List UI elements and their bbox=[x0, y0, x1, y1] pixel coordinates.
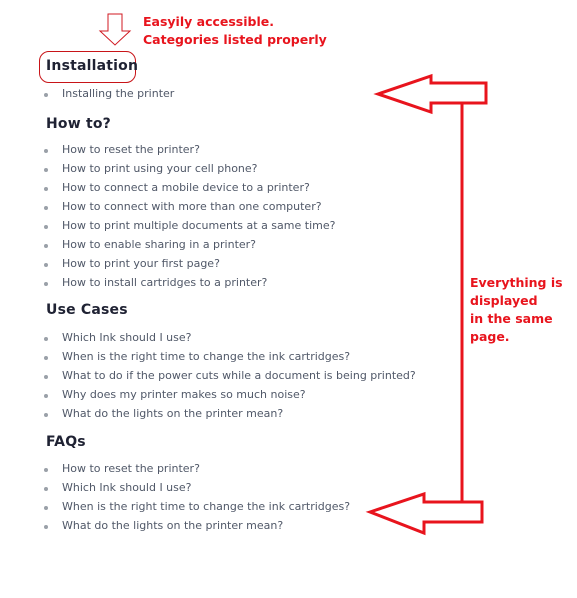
down-arrow-icon bbox=[98, 13, 132, 46]
bullet-icon bbox=[44, 413, 48, 417]
list-item-link[interactable]: How to reset the printer? bbox=[62, 143, 200, 156]
side-annotation-line: in the same bbox=[470, 311, 553, 326]
side-annotation-line: page. bbox=[470, 329, 510, 344]
bullet-icon bbox=[44, 263, 48, 267]
bullet-icon bbox=[44, 225, 48, 229]
list-item-link[interactable]: How to install cartridges to a printer? bbox=[62, 276, 267, 289]
bullet-icon bbox=[44, 187, 48, 191]
top-annotation-line: Categories listed properly bbox=[143, 32, 327, 47]
list-item-link[interactable]: How to print your first page? bbox=[62, 257, 220, 270]
bullet-icon bbox=[44, 337, 48, 341]
list-item-link[interactable]: What to do if the power cuts while a doc… bbox=[62, 369, 416, 382]
bullet-icon bbox=[44, 394, 48, 398]
list-item-link[interactable]: How to connect a mobile device to a prin… bbox=[62, 181, 310, 194]
bullet-icon bbox=[44, 149, 48, 153]
list-item-link[interactable]: What do the lights on the printer mean? bbox=[62, 407, 283, 420]
list-item-link[interactable]: Which Ink should I use? bbox=[62, 481, 192, 494]
section-title: Use Cases bbox=[46, 302, 128, 318]
left-arrow-icon bbox=[365, 491, 484, 536]
bullet-icon bbox=[44, 356, 48, 360]
top-annotation-line: Easyily accessible. bbox=[143, 14, 274, 29]
bullet-icon bbox=[44, 525, 48, 529]
side-annotation: Everything is displayed in the same page… bbox=[470, 274, 563, 346]
list-item-link[interactable]: When is the right time to change the ink… bbox=[62, 500, 350, 513]
bullet-icon bbox=[44, 93, 48, 97]
side-annotation-line: Everything is bbox=[470, 275, 563, 290]
section-title: How to? bbox=[46, 116, 111, 132]
bullet-icon bbox=[44, 487, 48, 491]
list-item-link[interactable]: How to connect with more than one comput… bbox=[62, 200, 322, 213]
side-annotation-line: displayed bbox=[470, 293, 538, 308]
list-item-link[interactable]: What do the lights on the printer mean? bbox=[62, 519, 283, 532]
section-title: FAQs bbox=[46, 434, 86, 450]
list-item-link[interactable]: When is the right time to change the ink… bbox=[62, 350, 350, 363]
list-item-link[interactable]: Which Ink should I use? bbox=[62, 331, 192, 344]
list-item-link[interactable]: Why does my printer makes so much noise? bbox=[62, 388, 306, 401]
list-item-link[interactable]: How to print using your cell phone? bbox=[62, 162, 258, 175]
bullet-icon bbox=[44, 168, 48, 172]
left-arrow-icon bbox=[373, 73, 488, 115]
bullet-icon bbox=[44, 244, 48, 248]
list-item-link[interactable]: How to print multiple documents at a sam… bbox=[62, 219, 335, 232]
bullet-icon bbox=[44, 206, 48, 210]
top-annotation: Easyily accessible. Categories listed pr… bbox=[143, 13, 327, 49]
bullet-icon bbox=[44, 506, 48, 510]
list-item-link[interactable]: How to reset the printer? bbox=[62, 462, 200, 475]
list-item-link[interactable]: How to enable sharing in a printer? bbox=[62, 238, 256, 251]
bullet-icon bbox=[44, 468, 48, 472]
bullet-icon bbox=[44, 375, 48, 379]
list-item-link[interactable]: Installing the printer bbox=[62, 87, 174, 100]
section-title: Installation bbox=[46, 58, 139, 74]
bullet-icon bbox=[44, 282, 48, 286]
